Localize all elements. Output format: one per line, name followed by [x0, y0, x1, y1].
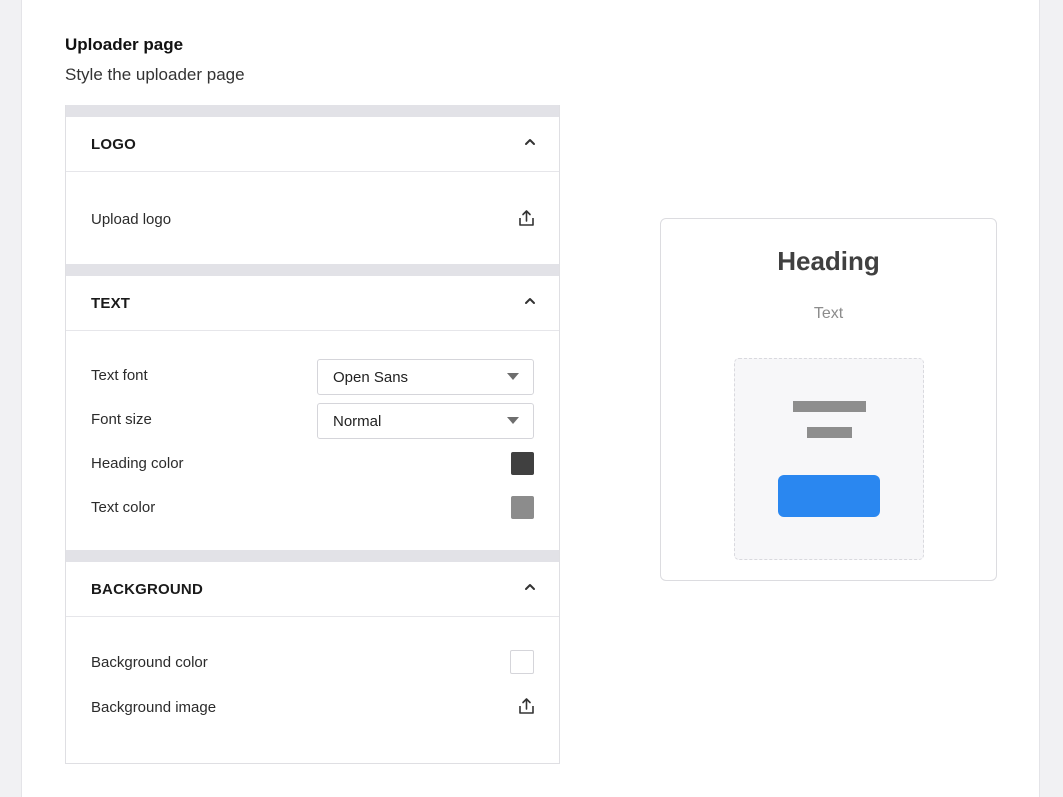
- font-size-select[interactable]: Normal: [317, 403, 534, 439]
- text-font-value: Open Sans: [333, 369, 409, 386]
- section-separator: [66, 550, 559, 562]
- font-size-value: Normal: [333, 413, 382, 430]
- text-font-row: Text font Open Sans: [66, 359, 559, 403]
- background-color-swatch[interactable]: [510, 650, 534, 674]
- logo-section-header[interactable]: LOGO: [66, 117, 559, 172]
- heading-color-label: Heading color: [91, 455, 184, 472]
- heading-color-row: Heading color: [66, 447, 559, 491]
- background-color-label: Background color: [91, 654, 208, 671]
- settings-page: Uploader page Style the uploader page LO…: [21, 0, 1040, 797]
- page-subtitle: Style the uploader page: [65, 65, 245, 84]
- uploader-preview-card: Heading Text: [660, 218, 997, 581]
- chevron-up-icon[interactable]: [523, 580, 537, 594]
- background-section-title: BACKGROUND: [91, 581, 203, 598]
- text-color-label: Text color: [91, 499, 156, 516]
- upload-logo-row[interactable]: Upload logo: [66, 198, 559, 242]
- font-size-label: Font size: [91, 411, 152, 428]
- text-color-row: Text color: [66, 491, 559, 535]
- caret-down-icon: [507, 417, 519, 424]
- preview-placeholder-line: [807, 427, 852, 438]
- text-color-swatch[interactable]: [511, 496, 534, 519]
- upload-logo-label: Upload logo: [91, 211, 172, 228]
- chevron-up-icon[interactable]: [523, 135, 537, 149]
- logo-section-title: LOGO: [91, 136, 136, 153]
- page-title: Uploader page: [65, 35, 184, 54]
- caret-down-icon: [507, 373, 519, 380]
- background-color-row: Background color: [66, 642, 559, 686]
- preview-heading: Heading: [777, 246, 880, 276]
- text-section-header[interactable]: TEXT: [66, 276, 559, 331]
- background-image-row[interactable]: Background image: [66, 686, 559, 730]
- preview-placeholder-line: [793, 401, 866, 412]
- background-image-label: Background image: [91, 699, 217, 716]
- upload-icon[interactable]: [518, 209, 535, 227]
- text-font-select[interactable]: Open Sans: [317, 359, 534, 395]
- section-separator: [66, 105, 559, 117]
- text-font-label: Text font: [91, 367, 148, 384]
- heading-color-swatch[interactable]: [511, 452, 534, 475]
- font-size-row: Font size Normal: [66, 403, 559, 447]
- preview-text: Text: [813, 305, 844, 322]
- background-section-header[interactable]: BACKGROUND: [66, 562, 559, 617]
- chevron-up-icon[interactable]: [523, 294, 537, 308]
- settings-panel: LOGO Upload logo TEXT Text font Open San…: [65, 105, 560, 764]
- preview-upload-area: [734, 358, 924, 560]
- upload-icon[interactable]: [518, 697, 535, 715]
- section-separator: [66, 264, 559, 276]
- text-section-title: TEXT: [91, 295, 131, 312]
- preview-upload-button: [778, 475, 880, 517]
